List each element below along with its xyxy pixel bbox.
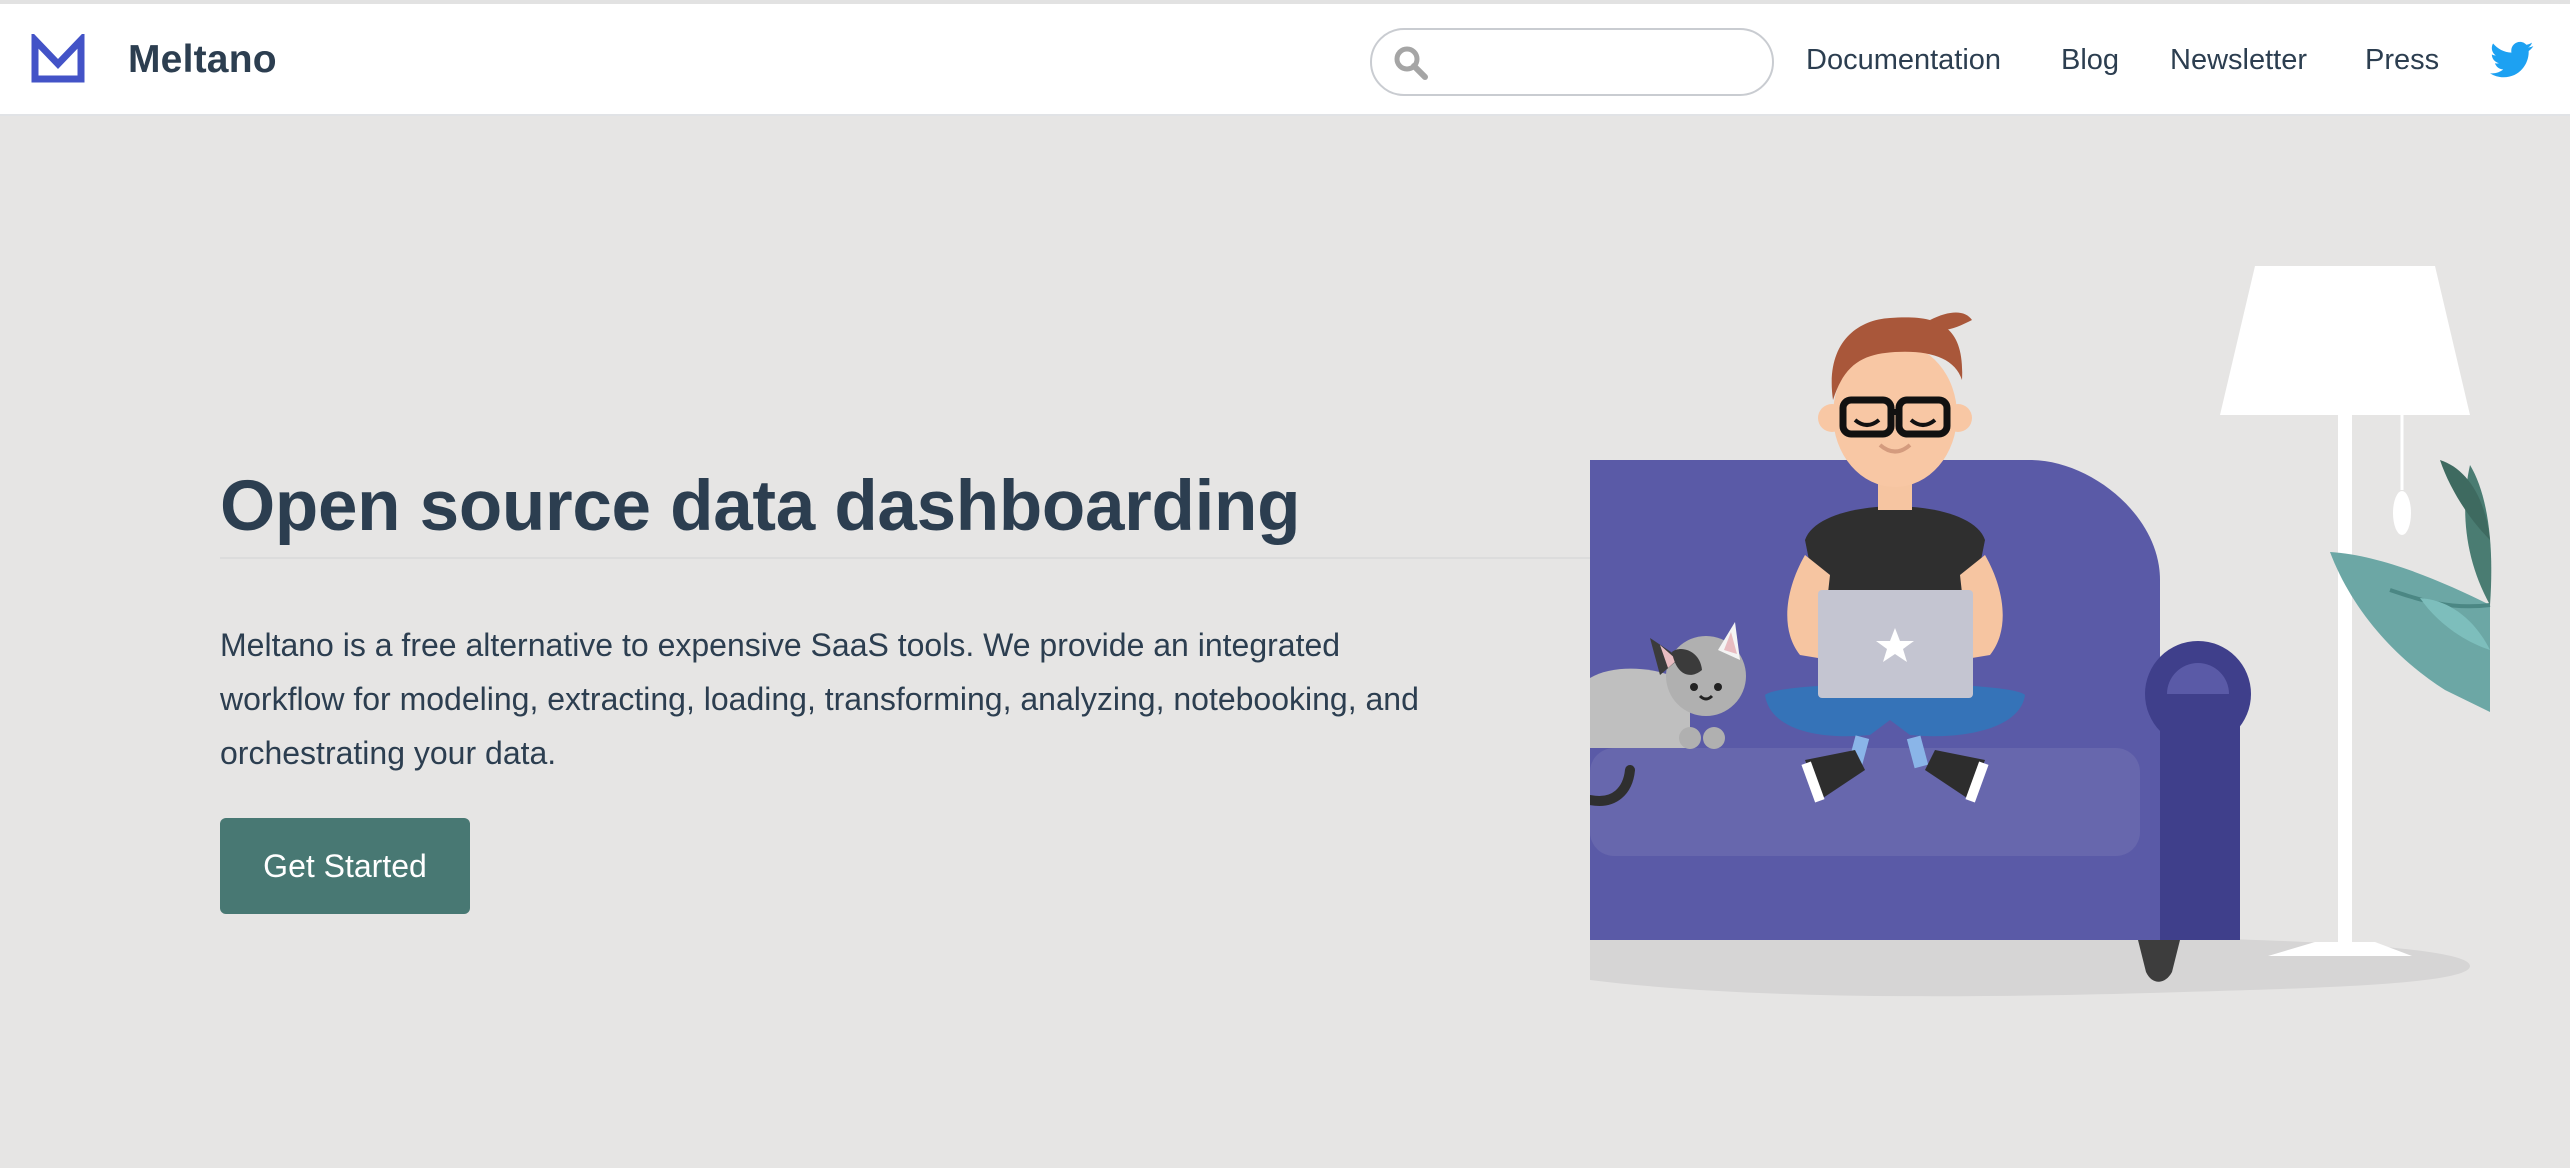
hero-description: Meltano is a free alternative to expensi… xyxy=(220,627,1419,771)
search-box[interactable] xyxy=(1370,28,1774,96)
get-started-button[interactable]: Get Started xyxy=(220,818,470,914)
nav-link-press[interactable]: Press xyxy=(2365,38,2439,82)
nav-link-blog[interactable]: Blog xyxy=(2061,38,2119,82)
nav-link-documentation[interactable]: Documentation xyxy=(1806,38,2001,82)
twitter-icon[interactable] xyxy=(2490,40,2534,80)
meltano-logo-icon[interactable] xyxy=(30,34,86,84)
title-divider xyxy=(220,557,1600,559)
hero-illustration xyxy=(1590,266,2492,997)
plant-illustration xyxy=(2330,460,2492,712)
search-icon xyxy=(1394,46,1428,80)
navbar: Meltano Documentation Blog Newsletter Pr… xyxy=(0,4,2570,116)
nav-link-newsletter[interactable]: Newsletter xyxy=(2170,38,2307,82)
hero-title: Open source data dashboarding xyxy=(220,467,1301,546)
brand-name[interactable]: Meltano xyxy=(128,34,277,86)
search-input[interactable] xyxy=(1438,40,1762,86)
